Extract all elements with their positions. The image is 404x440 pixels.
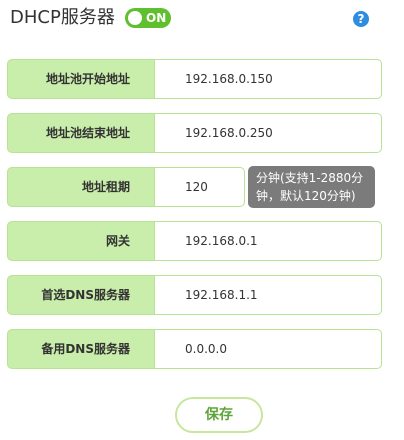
- toggle-label: ON: [146, 11, 167, 25]
- primary-dns-label: 首选DNS服务器: [7, 275, 155, 315]
- page-title: DHCP服务器: [10, 7, 115, 28]
- tooltip-line-1: 分钟(支持1-2880分: [256, 171, 364, 185]
- lease-time-input[interactable]: 120: [154, 167, 245, 207]
- pool-end-label: 地址池结束地址: [7, 113, 155, 153]
- toggle-knob: [128, 11, 142, 25]
- page-header: DHCP服务器 ON ?: [10, 6, 400, 32]
- tooltip-line-2: 钟，默认120分钟): [256, 189, 356, 203]
- gateway-label: 网关: [7, 221, 155, 261]
- pool-end-input[interactable]: 192.168.0.250: [154, 113, 382, 153]
- lease-time-label: 地址租期: [7, 167, 155, 207]
- gateway-input[interactable]: 192.168.0.1: [154, 221, 382, 261]
- secondary-dns-label: 备用DNS服务器: [7, 329, 155, 369]
- lease-time-tooltip: 分钟(支持1-2880分 钟，默认120分钟): [248, 166, 375, 208]
- pool-start-label: 地址池开始地址: [7, 59, 155, 99]
- primary-dns-input[interactable]: 192.168.1.1: [154, 275, 382, 315]
- save-button[interactable]: 保存: [175, 397, 263, 433]
- help-icon[interactable]: ?: [353, 11, 369, 27]
- secondary-dns-input[interactable]: 0.0.0.0: [154, 329, 382, 369]
- dhcp-toggle[interactable]: ON: [125, 8, 171, 28]
- pool-start-input[interactable]: 192.168.0.150: [154, 59, 382, 99]
